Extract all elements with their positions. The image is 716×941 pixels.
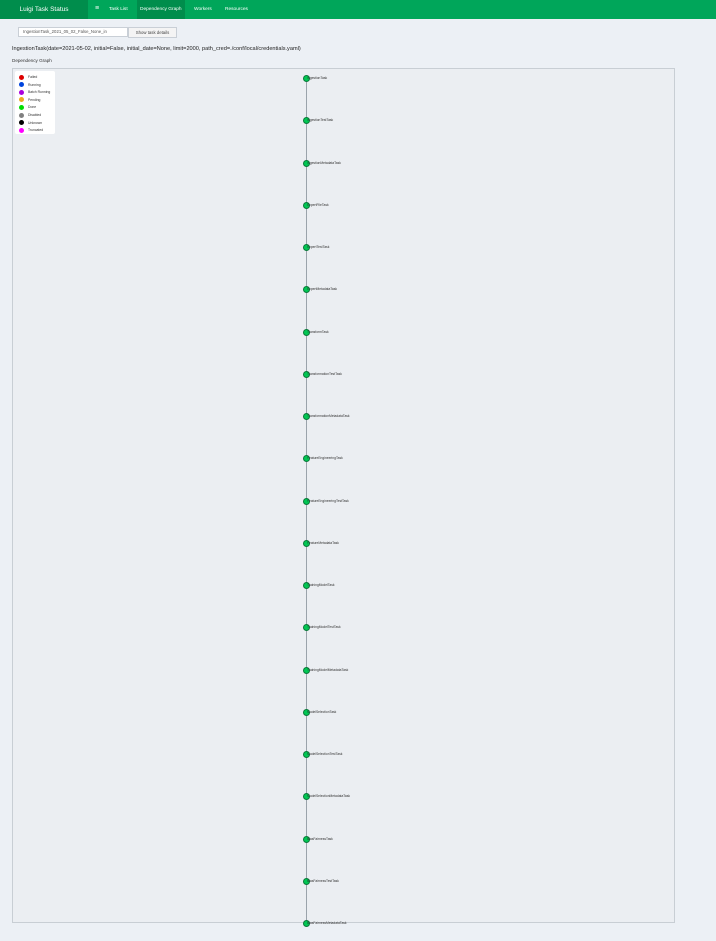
graph-node[interactable]: IngestionMetadataTask — [303, 159, 383, 167]
graph-node[interactable]: FeatureMetadataTask — [303, 539, 383, 547]
node-label[interactable]: IngestionTestTask — [307, 117, 333, 123]
node-label[interactable]: BiasFairnessTask — [307, 836, 333, 842]
legend-swatch-icon — [19, 112, 24, 118]
legend-item: Batch Running — [19, 89, 50, 96]
node-label[interactable]: ModelSelectionTestTask — [307, 751, 342, 757]
dependency-graph[interactable]: Failed Running Batch Running Pending Done Dis… — [12, 68, 675, 927]
node-label[interactable]: TransformationTestTask — [307, 371, 342, 377]
graph-node[interactable]: ExpertMetadataTask — [303, 286, 383, 294]
legend-swatch-icon — [19, 89, 24, 95]
legend-label: Failed — [28, 75, 38, 79]
node-label[interactable]: ModelSelectionTask — [307, 709, 336, 715]
node-label[interactable]: FeatureEngineeringTestTask — [307, 498, 349, 504]
task-id-input[interactable]: IngestionTask_2021_05_02_False_None_in — [18, 27, 128, 37]
legend-item: Done — [19, 104, 36, 111]
status-legend: Failed Running Batch Running Pending Done Dis… — [15, 71, 55, 134]
node-label[interactable]: TransformTask — [307, 329, 329, 335]
legend-label: Done — [28, 105, 37, 110]
legend-label: Running — [28, 82, 41, 87]
node-label[interactable]: ExpertFileTask — [307, 202, 329, 208]
legend-item: Truncated — [19, 127, 43, 134]
node-label[interactable]: TrainingModelTestTask — [307, 624, 341, 630]
graph-node[interactable]: TrainingModelTask — [303, 582, 383, 589]
graph-node[interactable]: IngestionTask — [303, 75, 383, 82]
nav-task-list[interactable]: Task List — [106, 0, 131, 19]
node-label[interactable]: TransformationMetadataTask — [307, 413, 350, 419]
graph-node[interactable]: ExpertFileTask — [303, 201, 383, 209]
graph-node[interactable]: TrainingModelTestTask — [303, 624, 383, 632]
legend-label: Unknown — [28, 120, 43, 125]
show-task-details-button[interactable]: Show task details — [128, 27, 177, 38]
section-label: Dependency Graph — [12, 58, 52, 63]
task-title: IngestionTask(date=2021-05-02, initial=F… — [12, 46, 301, 52]
node-label[interactable]: TrainingModelTask — [307, 582, 335, 588]
graph-node[interactable]: TransformationTestTask — [303, 370, 383, 378]
node-label[interactable]: BiasFairnessTestTask — [307, 878, 339, 884]
nav-dependency-graph[interactable]: Dependency Graph — [137, 0, 185, 19]
graph-node[interactable]: BiasFairnessMetadataTask — [303, 920, 383, 927]
hamburger-icon[interactable]: ≡ — [92, 0, 102, 19]
graph-node[interactable]: FeatureEngineeringTask — [303, 455, 383, 463]
graph-node[interactable]: BiasFairnessTask — [303, 835, 383, 843]
legend-swatch-icon — [19, 82, 24, 88]
node-label[interactable]: ModelSelectionMetadataTask — [307, 793, 350, 799]
graph-node[interactable]: ModelSelectionTestTask — [303, 751, 383, 758]
node-label[interactable]: ExpertMetadataTask — [307, 286, 337, 292]
legend-label: Batch Running — [28, 90, 51, 95]
graph-node[interactable]: ModelSelectionTask — [303, 708, 383, 716]
legend-swatch-icon — [19, 120, 24, 126]
brand-logo[interactable]: Luigi Task Status — [0, 0, 88, 19]
legend-swatch-icon — [19, 74, 24, 80]
nav-workers[interactable]: Workers — [191, 0, 215, 19]
graph-node[interactable]: TransformationMetadataTask — [303, 413, 383, 420]
legend-item: Failed — [19, 74, 37, 81]
legend-label: Disabled — [28, 113, 42, 117]
node-label[interactable]: IngestionTask — [307, 75, 327, 81]
legend-label: Truncated — [28, 128, 44, 133]
legend-swatch-icon — [19, 97, 24, 103]
graph-node[interactable]: ModelSelectionMetadataTask — [303, 793, 383, 801]
legend-item: Running — [19, 82, 41, 89]
graph-node[interactable]: BiasFairnessTestTask — [303, 877, 383, 885]
graph-node[interactable]: FeatureEngineeringTestTask — [303, 497, 383, 505]
node-label[interactable]: FeatureMetadataTask — [307, 540, 339, 546]
graph-node[interactable]: IngestionTestTask — [303, 117, 383, 125]
top-navbar: Luigi Task Status ≡ Task List Dependency… — [0, 0, 716, 19]
node-label[interactable]: BiasFairnessMetadataTask — [307, 920, 347, 926]
node-label[interactable]: ExpertTestTask — [307, 244, 329, 250]
legend-swatch-icon — [19, 127, 24, 133]
legend-swatch-icon — [19, 105, 24, 110]
legend-label: Pending — [28, 97, 41, 102]
node-label[interactable]: FeatureEngineeringTask — [307, 455, 343, 461]
graph-node[interactable]: TrainingModelMetadataTask — [303, 666, 383, 674]
legend-item: Unknown — [19, 120, 42, 127]
legend-item: Pending — [19, 97, 40, 104]
graph-node[interactable]: ExpertTestTask — [303, 244, 383, 251]
node-label[interactable]: TrainingModelMetadataTask — [307, 667, 348, 673]
nav-resources[interactable]: Resources — [222, 0, 251, 19]
legend-item: Disabled — [19, 112, 41, 119]
graph-node[interactable]: TransformTask — [303, 328, 383, 336]
node-label[interactable]: IngestionMetadataTask — [307, 160, 341, 166]
